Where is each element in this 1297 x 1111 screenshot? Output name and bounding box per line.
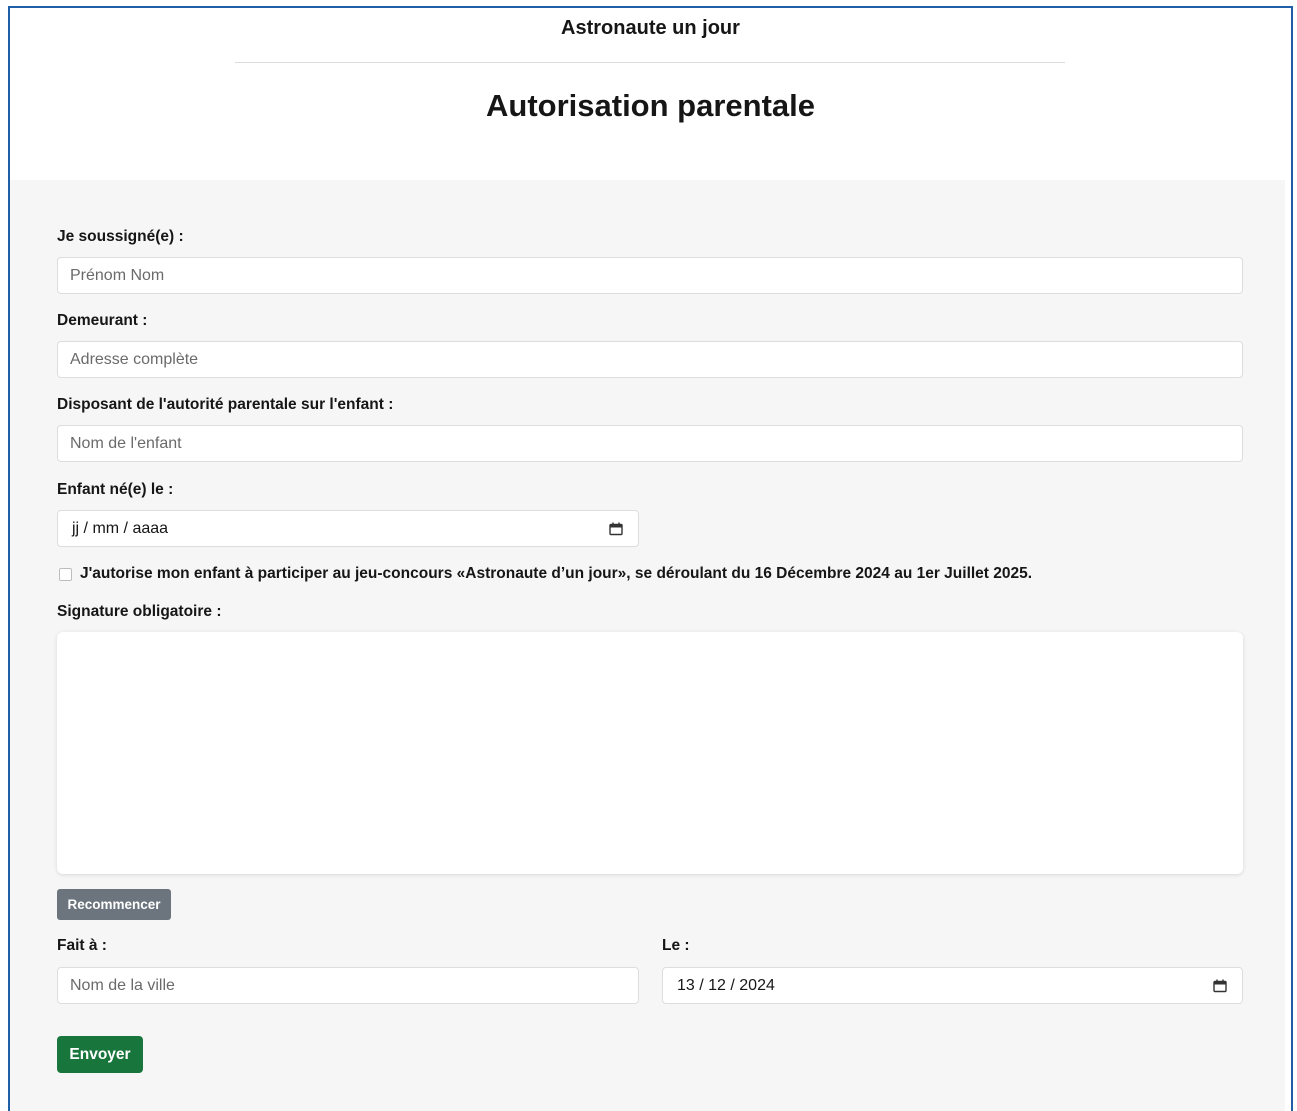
page-header: Astronaute un jour Autorisation parental… [10, 8, 1291, 180]
place-label: Fait à : [57, 937, 107, 954]
signatory-label: Je soussigné(e) : [57, 228, 184, 245]
birth-date-value: jj / mm / aaaa [72, 519, 169, 537]
page-title: Autorisation parentale [486, 88, 815, 123]
birth-date-label: Enfant né(e) le : [57, 481, 174, 498]
calendar-icon[interactable] [1212, 978, 1228, 994]
consent-label: J'autorise mon enfant à participer au je… [80, 565, 1033, 582]
date-value: 13 / 12 / 2024 [677, 976, 775, 994]
site-title: Astronaute un jour [561, 17, 740, 39]
address-input[interactable] [57, 341, 1243, 378]
submit-button[interactable]: Envoyer [57, 1036, 143, 1073]
authorization-form: Je soussigné(e) : Demeurant : Disposant … [10, 180, 1285, 1111]
calendar-icon[interactable] [608, 521, 624, 537]
address-label: Demeurant : [57, 312, 148, 329]
city-input[interactable] [57, 967, 639, 1004]
date-input[interactable]: 13 / 12 / 2024 [662, 967, 1243, 1004]
header-divider [235, 62, 1065, 63]
consent-checkbox[interactable] [59, 568, 72, 581]
child-name-input[interactable] [57, 425, 1243, 462]
signature-pad[interactable] [57, 632, 1243, 874]
date-label: Le : [662, 937, 690, 954]
signatory-name-input[interactable] [57, 257, 1243, 294]
window-frame: Astronaute un jour Autorisation parental… [8, 6, 1293, 1111]
birth-date-input[interactable]: jj / mm / aaaa [57, 510, 639, 547]
child-name-label: Disposant de l'autorité parentale sur l'… [57, 396, 394, 413]
reset-signature-button[interactable]: Recommencer [57, 889, 171, 920]
signature-label: Signature obligatoire : [57, 603, 222, 620]
